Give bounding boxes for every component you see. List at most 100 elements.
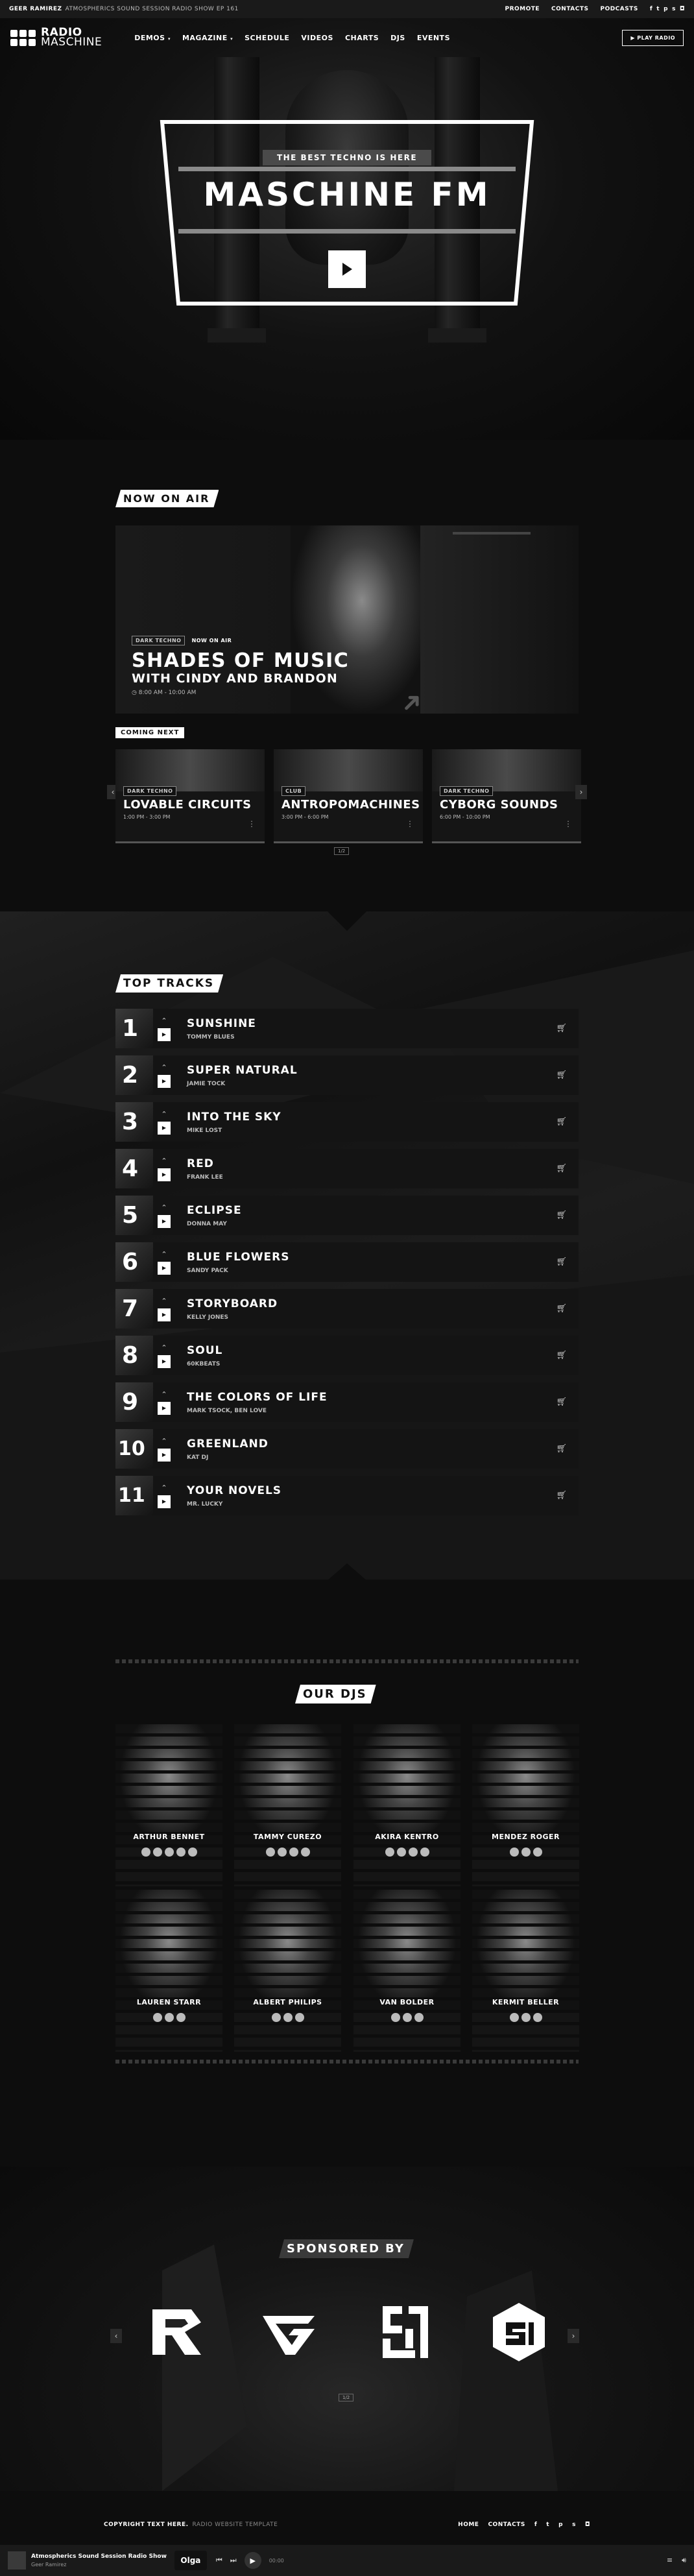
- site-logo[interactable]: RADIO MASCHINE: [10, 27, 102, 48]
- track-play-button[interactable]: ▶: [158, 1401, 171, 1415]
- nav-djs[interactable]: DJS: [390, 34, 405, 42]
- show-card-title[interactable]: LOVABLE CIRCUITS: [123, 798, 265, 812]
- track-row[interactable]: 2 ⌃ ▶ SUPER NATURAL JAMIE TOCK 🛒︎: [115, 1055, 579, 1095]
- track-title[interactable]: SOUL: [187, 1344, 222, 1357]
- track-row[interactable]: 8 ⌃ ▶ SOUL 60KBEATS 🛒︎: [115, 1336, 579, 1375]
- sponsor-logo[interactable]: [370, 2296, 441, 2368]
- facebook-icon[interactable]: [265, 1848, 275, 1857]
- twitter-icon[interactable]: [402, 2013, 412, 2022]
- facebook-icon[interactable]: [141, 1848, 150, 1857]
- track-row[interactable]: 7 ⌃ ▶ STORYBOARD KELLY JONES 🛒︎: [115, 1289, 579, 1329]
- show-card-tag[interactable]: DARK TECHNO: [440, 786, 494, 796]
- instagram-icon[interactable]: [187, 1848, 197, 1857]
- track-row[interactable]: 4 ⌃ ▶ RED FRANK LEE 🛒︎: [115, 1149, 579, 1188]
- more-icon[interactable]: ⋮: [406, 819, 414, 828]
- track-play-button[interactable]: ▶: [158, 1121, 171, 1135]
- track-row[interactable]: 1 ⌃ ▶ SUNSHINE TOMMY BLUES 🛒︎: [115, 1009, 579, 1048]
- more-icon[interactable]: ⋮: [564, 819, 572, 828]
- sponsors-next-button[interactable]: ›: [568, 2329, 579, 2343]
- track-title[interactable]: ECLIPSE: [187, 1204, 242, 1217]
- cart-icon[interactable]: 🛒︎: [556, 1397, 567, 1407]
- playlist-icon[interactable]: ≡: [667, 2556, 673, 2565]
- facebook-icon[interactable]: f: [650, 6, 652, 12]
- cart-icon[interactable]: 🛒︎: [556, 1304, 567, 1314]
- instagram-icon[interactable]: ◘: [680, 6, 685, 12]
- copyright-text[interactable]: RADIO WEBSITE TEMPLATE: [193, 2522, 278, 2528]
- track-row[interactable]: 9 ⌃ ▶ THE COLORS OF LIFE MARK TSOCK, BEN L…: [115, 1382, 579, 1422]
- more-icon[interactable]: ⋮: [248, 819, 256, 828]
- dj-name[interactable]: LAUREN STARR: [115, 1998, 222, 2006]
- track-play-button[interactable]: ▶: [158, 1495, 171, 1508]
- instagram-icon[interactable]: [420, 1848, 429, 1857]
- twitter-icon[interactable]: [396, 1848, 406, 1857]
- cart-icon[interactable]: 🛒︎: [556, 1444, 567, 1454]
- soundcloud-icon[interactable]: s: [572, 2522, 576, 2528]
- footer-link-home[interactable]: HOME: [458, 2522, 479, 2528]
- track-row[interactable]: 5 ⌃ ▶ ECLIPSE DONNA MAY 🛒︎: [115, 1196, 579, 1235]
- instagram-icon[interactable]: [414, 2013, 424, 2022]
- show-card-tag[interactable]: CLUB: [281, 786, 306, 796]
- twitter-icon[interactable]: [283, 2013, 293, 2022]
- top-link-promote[interactable]: PROMOTE: [505, 6, 540, 12]
- track-row[interactable]: 10 ⌃ ▶ GREENLAND KAT DJ 🛒︎: [115, 1429, 579, 1469]
- twitter-icon[interactable]: [164, 2013, 174, 2022]
- twitter-icon[interactable]: [521, 1848, 531, 1857]
- twitter-icon[interactable]: [521, 2013, 531, 2022]
- track-title[interactable]: RED: [187, 1157, 223, 1170]
- cart-icon[interactable]: 🛒︎: [556, 1164, 567, 1174]
- nav-schedule[interactable]: SCHEDULE: [245, 34, 289, 42]
- dj-card[interactable]: AKIRA KENTRO: [353, 1724, 461, 1886]
- instagram-icon[interactable]: [532, 1848, 542, 1857]
- dj-card[interactable]: ARTHUR BENNET: [115, 1724, 222, 1886]
- next-icon[interactable]: ⏭︎: [230, 2556, 237, 2565]
- track-row[interactable]: 3 ⌃ ▶ INTO THE SKY MIKE LOST 🛒︎: [115, 1102, 579, 1142]
- soundcloud-icon[interactable]: s: [672, 6, 676, 12]
- track-row[interactable]: 11 ⌃ ▶ YOUR NOVELS MR. LUCKY 🛒︎: [115, 1476, 579, 1515]
- pinterest-icon[interactable]: p: [664, 6, 668, 12]
- dj-card[interactable]: TAMMY CUREZO: [234, 1724, 341, 1886]
- volume-icon[interactable]: 🔊︎: [682, 2556, 686, 2565]
- nav-demos[interactable]: DEMOS ▾: [134, 34, 171, 42]
- dj-name[interactable]: ARTHUR BENNET: [115, 1833, 222, 1841]
- track-title[interactable]: SUNSHINE: [187, 1017, 256, 1030]
- twitter-icon[interactable]: [152, 1848, 162, 1857]
- footer-link-contacts[interactable]: CONTACTS: [488, 2522, 525, 2528]
- track-title[interactable]: GREENLAND: [187, 1438, 269, 1451]
- top-link-podcasts[interactable]: PODCASTS: [600, 6, 638, 12]
- cart-icon[interactable]: 🛒︎: [556, 1210, 567, 1220]
- track-play-button[interactable]: ▶: [158, 1261, 171, 1275]
- show-card[interactable]: DARK TECHNO CYBORG SOUNDS 6:00 PM - 10:0…: [432, 749, 581, 843]
- nav-events[interactable]: EVENTS: [417, 34, 450, 42]
- facebook-icon[interactable]: [385, 1848, 394, 1857]
- nav-charts[interactable]: CHARTS: [345, 34, 379, 42]
- dj-card[interactable]: ALBERT PHILIPS: [234, 1890, 341, 2052]
- instagram-icon[interactable]: [294, 2013, 304, 2022]
- facebook-icon[interactable]: f: [534, 2522, 537, 2528]
- previous-icon[interactable]: ⏮︎: [216, 2556, 222, 2565]
- track-play-button[interactable]: ▶: [158, 1214, 171, 1228]
- dj-card[interactable]: VAN BOLDER: [353, 1890, 461, 2052]
- cart-icon[interactable]: 🛒︎: [556, 1117, 567, 1127]
- cart-icon[interactable]: 🛒︎: [556, 1070, 567, 1080]
- show-card-title[interactable]: CYBORG SOUNDS: [440, 798, 581, 812]
- track-row[interactable]: 6 ⌃ ▶ BLUE FLOWERS SANDY PACK 🛒︎: [115, 1242, 579, 1282]
- sponsors-prev-button[interactable]: ‹: [110, 2329, 122, 2343]
- dj-name[interactable]: KERMIT BELLER: [472, 1998, 579, 2006]
- pinterest-icon[interactable]: [408, 1848, 418, 1857]
- carousel-next-button[interactable]: ›: [575, 785, 587, 799]
- play-radio-button[interactable]: ▶ PLAY RADIO: [622, 29, 684, 46]
- pinterest-icon[interactable]: p: [558, 2522, 563, 2528]
- track-title[interactable]: SUPER NATURAL: [187, 1064, 298, 1077]
- show-card[interactable]: DARK TECHNO LOVABLE CIRCUITS 1:00 PM - 3…: [115, 749, 265, 843]
- twitter-icon[interactable]: [277, 1848, 287, 1857]
- track-title[interactable]: INTO THE SKY: [187, 1111, 281, 1124]
- cart-icon[interactable]: 🛒︎: [556, 1257, 567, 1267]
- track-play-button[interactable]: ▶: [158, 1074, 171, 1088]
- soundcloud-icon[interactable]: [176, 1848, 185, 1857]
- instagram-icon[interactable]: [532, 2013, 542, 2022]
- track-play-button[interactable]: ▶: [158, 1028, 171, 1041]
- show-card-tag[interactable]: DARK TECHNO: [123, 786, 177, 796]
- instagram-icon[interactable]: [300, 1848, 310, 1857]
- nav-magazine[interactable]: MAGAZINE ▾: [182, 34, 233, 42]
- dj-card[interactable]: MENDEZ ROGER: [472, 1724, 579, 1886]
